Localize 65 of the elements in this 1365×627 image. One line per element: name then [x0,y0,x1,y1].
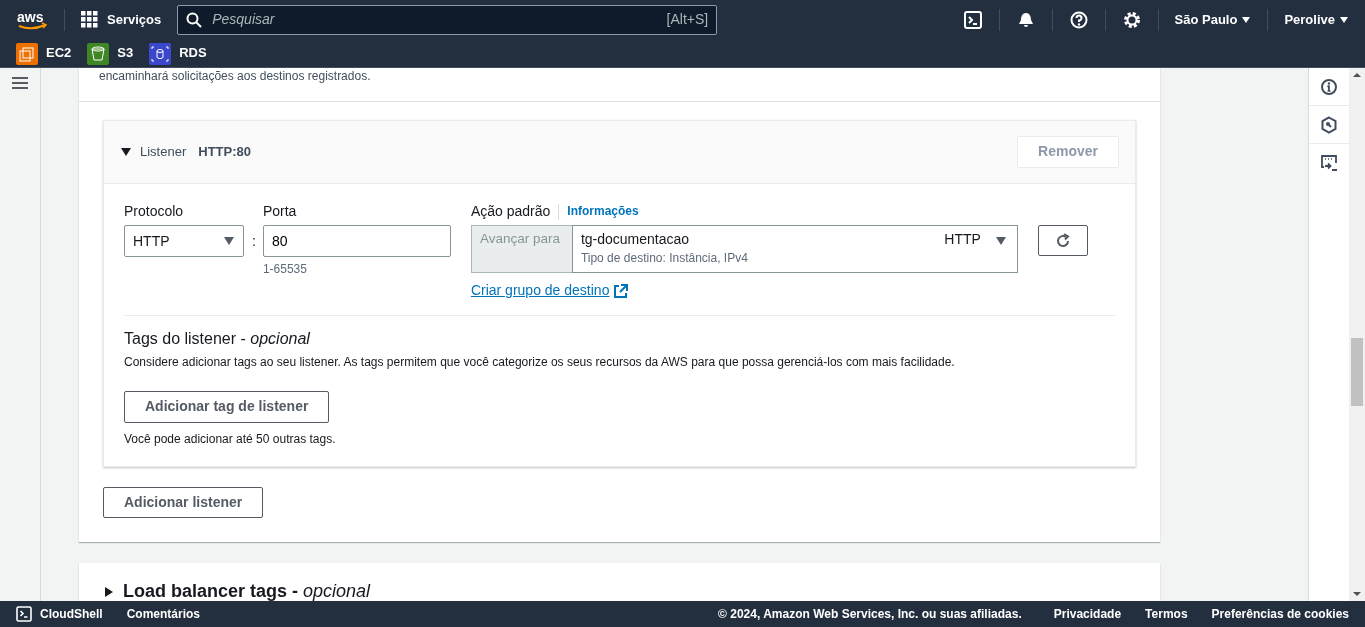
favorite-service[interactable]: EC2 [16,42,72,65]
account-menu[interactable]: Perolive [1284,10,1349,30]
add-listener-button[interactable]: Adicionar listener [103,486,264,519]
protocol-text: HTTP [944,230,981,250]
section-toggle[interactable]: Load balancer tags - opcional [103,579,371,601]
select-description: Tipo de destino: Instância, IPv4 [580,250,749,267]
caret-icon [103,585,115,598]
field-label: Porta [262,201,298,221]
select-value: HTTP [133,231,170,251]
feedback-button[interactable]: Comentários [126,605,201,623]
footer-link[interactable]: Preferências de cookies [1211,605,1349,623]
settings-icon [1121,10,1142,30]
settings-button[interactable] [1121,10,1142,30]
scrollbar-thumb[interactable] [1351,338,1363,406]
info-link[interactable]: Informações [567,203,639,220]
terminal-button[interactable] [962,10,983,30]
help-icon [1068,10,1089,30]
terminal-icon [962,10,983,30]
listener-toggle[interactable]: Listener HTTP:80 [120,142,251,161]
protocol-select[interactable]: HTTP [124,225,244,258]
port-input[interactable]: 80 [262,225,451,258]
add-tag-button[interactable]: Adicionar tag de listener [124,391,330,423]
cloudshell-button[interactable]: CloudShell [16,605,103,623]
hint-text: Você pode adicionar até 50 outras tags. [124,430,337,448]
caret-icon [1339,16,1349,24]
info-button[interactable] [1320,77,1338,96]
action-type-addon: Avançar para [470,225,572,274]
description-text: Considere adicionar tags ao seu listener. As tags permitem que você categorize os seus recursos da AWS para que possa gerenciá-los com mais facilidade. [124,354,956,372]
caret-icon [223,236,235,247]
screen-arrow-button[interactable] [1320,154,1338,172]
aws-logo[interactable]: aws [16,9,48,31]
screen-arrow-icon [1320,154,1338,172]
hexagon-icon [1320,115,1338,134]
target-group-select[interactable]: tg-documentacao HTTP Tipo de destino: Instância, IPv4 [571,225,1018,274]
field-label: Protocolo [124,201,185,221]
caret-icon [120,145,132,158]
favorite-service[interactable]: RDS [149,42,207,65]
footer-link[interactable]: Termos [1145,605,1188,623]
select-value: tg-documentacao [580,230,691,250]
external-link-icon[interactable] [613,283,629,299]
search-input[interactable]: Pesquisar [210,9,659,31]
hexagon-button[interactable] [1320,115,1338,134]
hint-text: 1-65535 [262,261,308,279]
section-title: Tags do listener - opcional [124,329,311,349]
grid-icon [81,11,99,29]
services-menu[interactable]: Serviços [81,10,162,30]
region-menu[interactable]: São Paulo [1174,10,1252,30]
field-label: Ação padrão [470,201,551,221]
menu-icon [12,76,28,90]
caret-icon [994,236,1007,247]
refresh-button[interactable] [1037,225,1088,257]
shortcut-hint: [Alt+S] [666,10,709,30]
search-icon [186,12,203,28]
favorite-service[interactable]: S3 [87,42,134,65]
footer-link[interactable]: Privacidade [1053,605,1122,623]
terminal-icon [16,606,32,622]
caret-icon [1241,16,1252,24]
copyright-text: © 2024, Amazon Web Services, Inc. ou suas afiliadas. [718,605,1022,623]
refresh-icon [1054,232,1071,249]
info-icon [1320,77,1338,96]
description-text: encaminhará solicitações aos destinos registrados. [79,68,1160,102]
help-button[interactable] [1068,10,1089,30]
search-field[interactable]: Pesquisar [Alt+S] [177,5,718,35]
separator-text: : [252,231,256,251]
create-target-group-link[interactable]: Criar grupo de destino [470,281,610,301]
